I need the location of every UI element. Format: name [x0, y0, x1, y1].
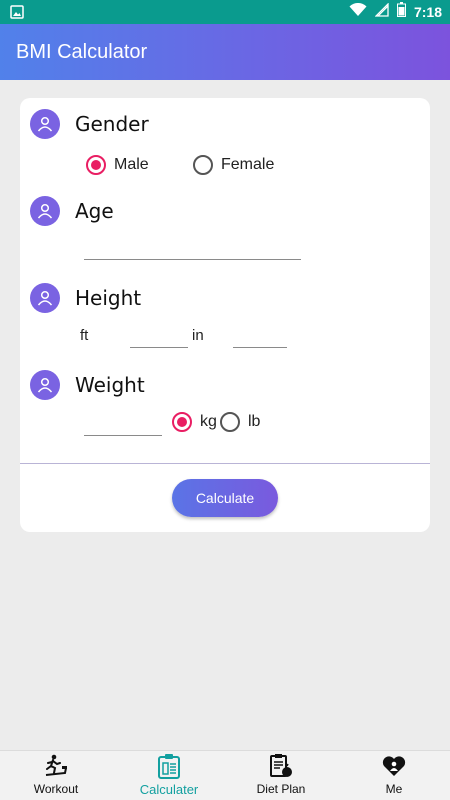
- weight-input[interactable]: [84, 435, 162, 436]
- radio-female-label: Female: [221, 156, 275, 173]
- bottom-navigation: Workout Calculater Diet Plan Me: [0, 750, 450, 800]
- person-icon: [30, 196, 60, 226]
- radio-male[interactable]: Male: [86, 155, 149, 175]
- battery-icon: [396, 2, 406, 22]
- radio-lb-indicator[interactable]: [220, 412, 240, 432]
- weight-label: Weight: [75, 373, 145, 397]
- age-input[interactable]: [84, 259, 301, 260]
- status-bar: 7:18: [0, 0, 450, 24]
- image-notification-icon: [10, 5, 24, 24]
- signal-icon: [374, 1, 389, 22]
- radio-female-indicator[interactable]: [193, 155, 213, 175]
- calculate-button[interactable]: Calculate: [172, 479, 278, 517]
- treadmill-icon: [43, 754, 69, 778]
- bmi-form-card: Gender Male Female Age Height ft in Weig…: [20, 98, 430, 532]
- divider: [20, 463, 430, 464]
- nav-calculater[interactable]: Calculater: [113, 751, 225, 800]
- status-time: 7:18: [413, 4, 442, 20]
- nav-me[interactable]: Me: [338, 751, 450, 800]
- nav-diet-plan[interactable]: Diet Plan: [225, 751, 337, 800]
- nav-workout[interactable]: Workout: [0, 751, 112, 800]
- app-title: BMI Calculator: [16, 41, 148, 63]
- calculator-clipboard-icon: [157, 754, 181, 779]
- nav-me-label: Me: [385, 782, 403, 796]
- height-label: Height: [75, 286, 142, 310]
- age-row: Age: [30, 196, 114, 226]
- radio-lb-label: lb: [248, 413, 261, 430]
- app-bar: BMI Calculator: [0, 24, 450, 80]
- feet-input[interactable]: [130, 347, 188, 348]
- weight-row: Weight: [30, 370, 145, 400]
- radio-kg[interactable]: kg: [172, 412, 217, 432]
- radio-kg-indicator[interactable]: [172, 412, 192, 432]
- inches-input[interactable]: [233, 347, 287, 348]
- age-label: Age: [75, 199, 114, 223]
- gender-label: Gender: [75, 112, 149, 136]
- radio-male-label: Male: [114, 156, 149, 173]
- wifi-icon: [349, 2, 367, 22]
- diet-clipboard-icon: [268, 754, 294, 778]
- radio-female[interactable]: Female: [193, 155, 274, 175]
- person-icon: [30, 370, 60, 400]
- feet-unit-label: ft: [80, 327, 89, 344]
- person-icon: [30, 109, 60, 139]
- person-icon: [30, 283, 60, 313]
- nav-diet-plan-label: Diet Plan: [256, 782, 306, 796]
- radio-lb[interactable]: lb: [220, 412, 260, 432]
- nav-workout-label: Workout: [33, 782, 79, 796]
- radio-kg-label: kg: [200, 413, 217, 430]
- nav-calculater-label: Calculater: [139, 782, 199, 797]
- radio-male-indicator[interactable]: [86, 155, 106, 175]
- height-row: Height: [30, 283, 141, 313]
- heart-person-icon: [381, 754, 407, 778]
- gender-row: Gender: [30, 109, 149, 139]
- inches-unit-label: in: [192, 327, 204, 344]
